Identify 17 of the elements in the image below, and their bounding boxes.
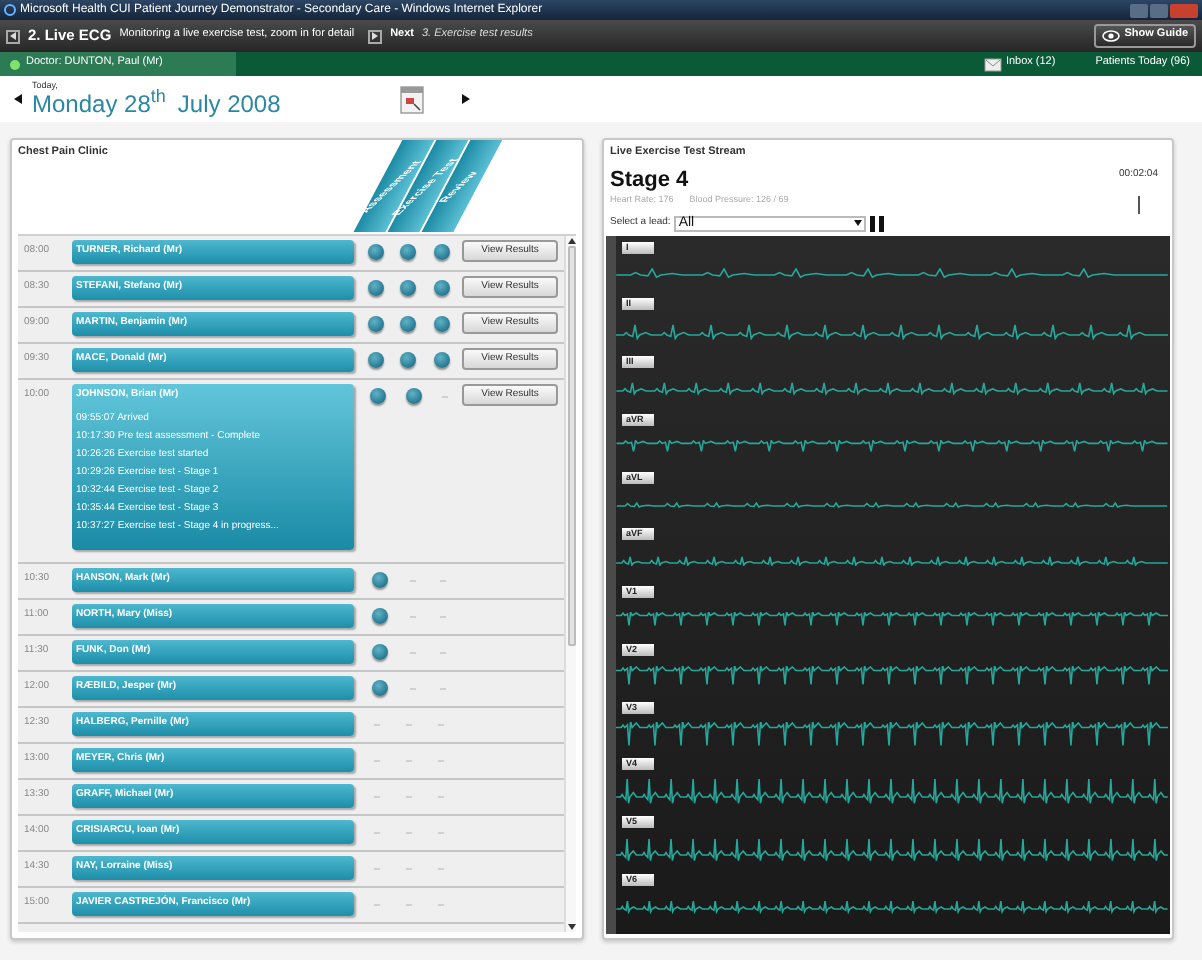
- date-month-year: July 2008: [177, 91, 281, 116]
- browser-icon: [4, 4, 16, 16]
- inbox-icon[interactable]: [983, 57, 1002, 71]
- stage-title: Stage 4: [610, 169, 689, 191]
- scroll-down-icon[interactable]: [567, 924, 575, 930]
- next-step-button[interactable]: [368, 29, 383, 43]
- patient-card[interactable]: [72, 384, 354, 550]
- calendar-icon[interactable]: [400, 85, 425, 113]
- scrollbar[interactable]: [564, 236, 576, 932]
- date-day: Monday 28$^{th}$: [32, 91, 166, 116]
- eye-icon: [1102, 30, 1121, 42]
- pause-icon[interactable]: [870, 215, 885, 231]
- position-marker: [1138, 195, 1140, 213]
- previous-day-icon[interactable]: [14, 94, 22, 104]
- next-day-icon[interactable]: [462, 94, 471, 104]
- back-button[interactable]: [6, 29, 20, 43]
- dropdown-caret-icon: [854, 220, 863, 226]
